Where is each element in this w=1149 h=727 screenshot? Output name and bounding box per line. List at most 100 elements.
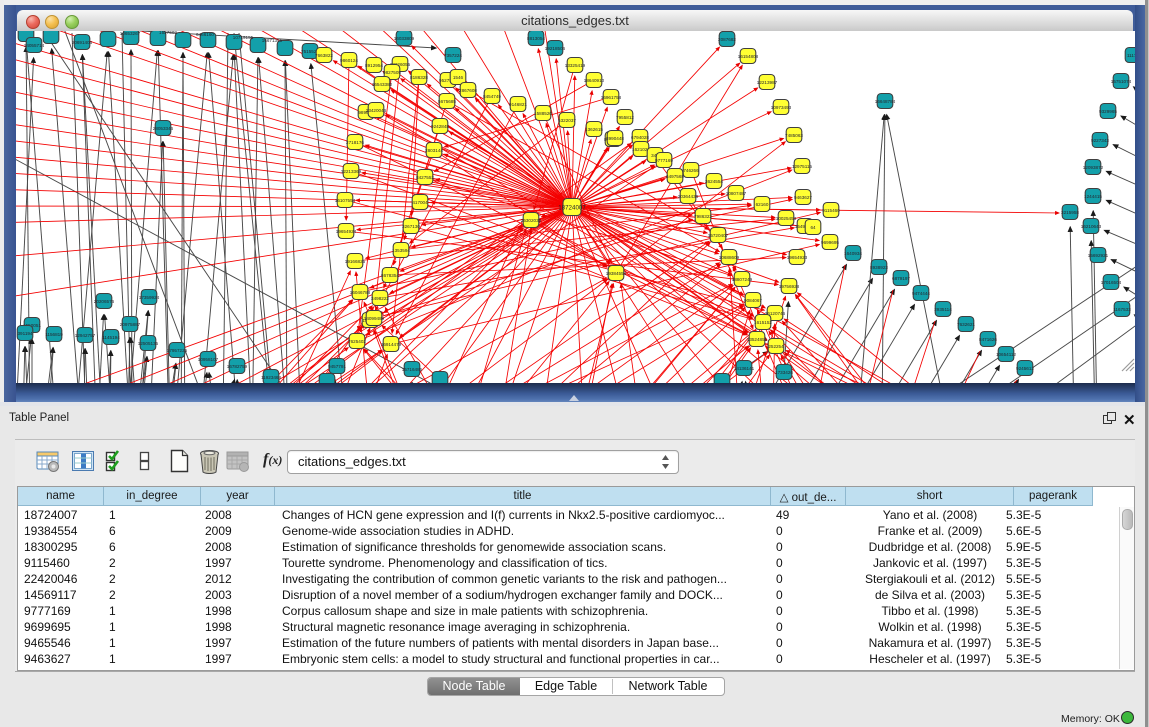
svg-text:5322037: 5322037 (558, 118, 576, 123)
svg-text:7955812: 7955812 (616, 115, 634, 120)
svg-text:8427552: 8427552 (416, 175, 434, 180)
svg-text:7663822: 7663822 (315, 53, 333, 58)
svg-text:7632621: 7632621 (957, 322, 975, 327)
svg-text:23420046: 23420046 (366, 108, 387, 113)
svg-text:2935114: 2935114 (934, 307, 952, 312)
svg-text:2867608: 2867608 (459, 88, 477, 93)
svg-text:5675685: 5675685 (438, 99, 456, 104)
svg-text:9146821: 9146821 (509, 102, 527, 107)
svg-text:2718176: 2718176 (346, 140, 364, 145)
svg-text:19654923: 19654923 (787, 255, 808, 260)
svg-text:12505135: 12505135 (138, 341, 159, 346)
svg-text:10025453: 10025453 (776, 216, 797, 221)
svg-text:9474444: 9474444 (912, 291, 930, 296)
svg-text:11173: 11173 (1127, 53, 1135, 58)
svg-text:16961758: 16961758 (601, 95, 622, 100)
svg-text:8912954: 8912954 (365, 63, 383, 68)
svg-text:16914479: 16914479 (381, 342, 402, 347)
svg-text:417004: 417004 (412, 200, 428, 205)
svg-text:18640910: 18640910 (584, 78, 605, 83)
svg-text:3215958: 3215958 (1061, 210, 1079, 215)
svg-text:16782759: 16782759 (227, 364, 248, 369)
svg-text:10973493: 10973493 (771, 105, 792, 110)
svg-text:17957225: 17957225 (167, 348, 188, 353)
svg-text:1640934: 1640934 (844, 251, 862, 256)
svg-text:64: 64 (810, 225, 816, 230)
svg-text:16154808: 16154808 (738, 54, 759, 59)
svg-text:9115460: 9115460 (822, 208, 840, 213)
svg-text:9827505: 9827505 (383, 70, 401, 75)
svg-text:19654924: 19654924 (336, 229, 357, 234)
svg-text:20364436: 20364436 (678, 194, 699, 199)
svg-text:3498222: 3498222 (371, 296, 389, 301)
svg-text:12213369: 12213369 (341, 169, 362, 174)
svg-text:9084067: 9084067 (744, 298, 762, 303)
svg-text:19756928: 19756928 (779, 284, 800, 289)
svg-text:10653267: 10653267 (120, 31, 141, 36)
svg-text:19218506: 19218506 (545, 46, 566, 51)
svg-text:1244415: 1244415 (1084, 194, 1102, 199)
svg-text:9227343: 9227343 (1091, 138, 1109, 143)
svg-text:16543382: 16543382 (372, 82, 393, 87)
svg-text:1156819: 1156819 (45, 332, 63, 337)
svg-text:12093872: 12093872 (1083, 165, 1104, 170)
svg-text:18807249: 18807249 (732, 277, 753, 282)
svg-text:3267130: 3267130 (402, 224, 420, 229)
svg-text:391194: 391194 (18, 331, 33, 336)
svg-text:8938923: 8938923 (870, 265, 888, 270)
svg-text:1527602: 1527602 (159, 31, 177, 35)
svg-text:1353594: 1353594 (392, 248, 410, 253)
svg-text:17016504: 17016504 (1101, 280, 1122, 285)
svg-text:7485063: 7485063 (785, 133, 803, 138)
svg-text:9860124: 9860124 (340, 58, 358, 63)
svg-text:9463627: 9463627 (794, 195, 812, 200)
svg-text:8813054: 8813054 (527, 36, 545, 41)
svg-text:1546: 1546 (453, 75, 464, 80)
svg-text:10654112: 10654112 (996, 352, 1017, 357)
svg-text:17359924: 17359924 (139, 295, 160, 300)
svg-text:2803144: 2803144 (425, 148, 443, 153)
svg-text:7986322: 7986322 (694, 214, 712, 219)
svg-text:14099489: 14099489 (364, 316, 385, 321)
svg-text:15692921: 15692921 (1088, 253, 1109, 258)
svg-text:19166825: 19166825 (345, 259, 366, 264)
svg-text:28053346: 28053346 (153, 126, 174, 131)
svg-text:8454749: 8454749 (483, 94, 501, 99)
svg-text:10958107: 10958107 (198, 357, 219, 362)
svg-text:13524851: 13524851 (747, 337, 768, 342)
svg-text:8990448: 8990448 (606, 136, 624, 141)
svg-text:9329965: 9329965 (1099, 109, 1117, 114)
svg-text:15720407: 15720407 (708, 233, 729, 238)
svg-text:16107554: 16107554 (335, 198, 356, 203)
svg-text:7625402: 7625402 (348, 339, 366, 344)
svg-text:25302035: 25302035 (521, 218, 542, 223)
svg-text:19384554: 19384554 (606, 271, 627, 276)
svg-text:3624554: 3624554 (705, 179, 723, 184)
svg-text:18724007: 18724007 (558, 205, 586, 212)
svg-text:10688609: 10688609 (719, 255, 740, 260)
svg-text:1362615: 1362615 (585, 127, 603, 132)
svg-text:9457791: 9457791 (328, 364, 346, 369)
svg-text:7357224: 7357224 (444, 53, 462, 58)
svg-text:62160: 62160 (756, 202, 769, 207)
svg-text:12942757: 12942757 (75, 333, 96, 338)
svg-text:9245612: 9245612 (1016, 366, 1034, 371)
svg-text:16648784: 16648784 (875, 99, 896, 104)
svg-text:16210643: 16210643 (1081, 224, 1102, 229)
svg-text:1615152: 1615152 (754, 320, 772, 325)
svg-text:14055714: 14055714 (24, 43, 45, 48)
svg-text:9242848: 9242848 (431, 124, 449, 129)
svg-text:1145194: 1145194 (102, 335, 120, 340)
svg-text:1588520: 1588520 (534, 111, 552, 116)
svg-text:13325419: 13325419 (565, 63, 586, 68)
svg-text:12975115: 12975115 (792, 164, 813, 169)
svg-text:20206576: 20206576 (94, 299, 115, 304)
svg-text:10719155: 10719155 (233, 35, 254, 40)
svg-text:20691406: 20691406 (72, 40, 93, 45)
svg-text:12213987: 12213987 (757, 80, 778, 85)
svg-text:252254: 252254 (768, 344, 784, 349)
svg-text:746266: 746266 (683, 168, 699, 173)
svg-text:8471626: 8471626 (979, 337, 997, 342)
svg-text:2087682: 2087682 (718, 37, 736, 42)
svg-text:6879197: 6879197 (892, 276, 910, 281)
